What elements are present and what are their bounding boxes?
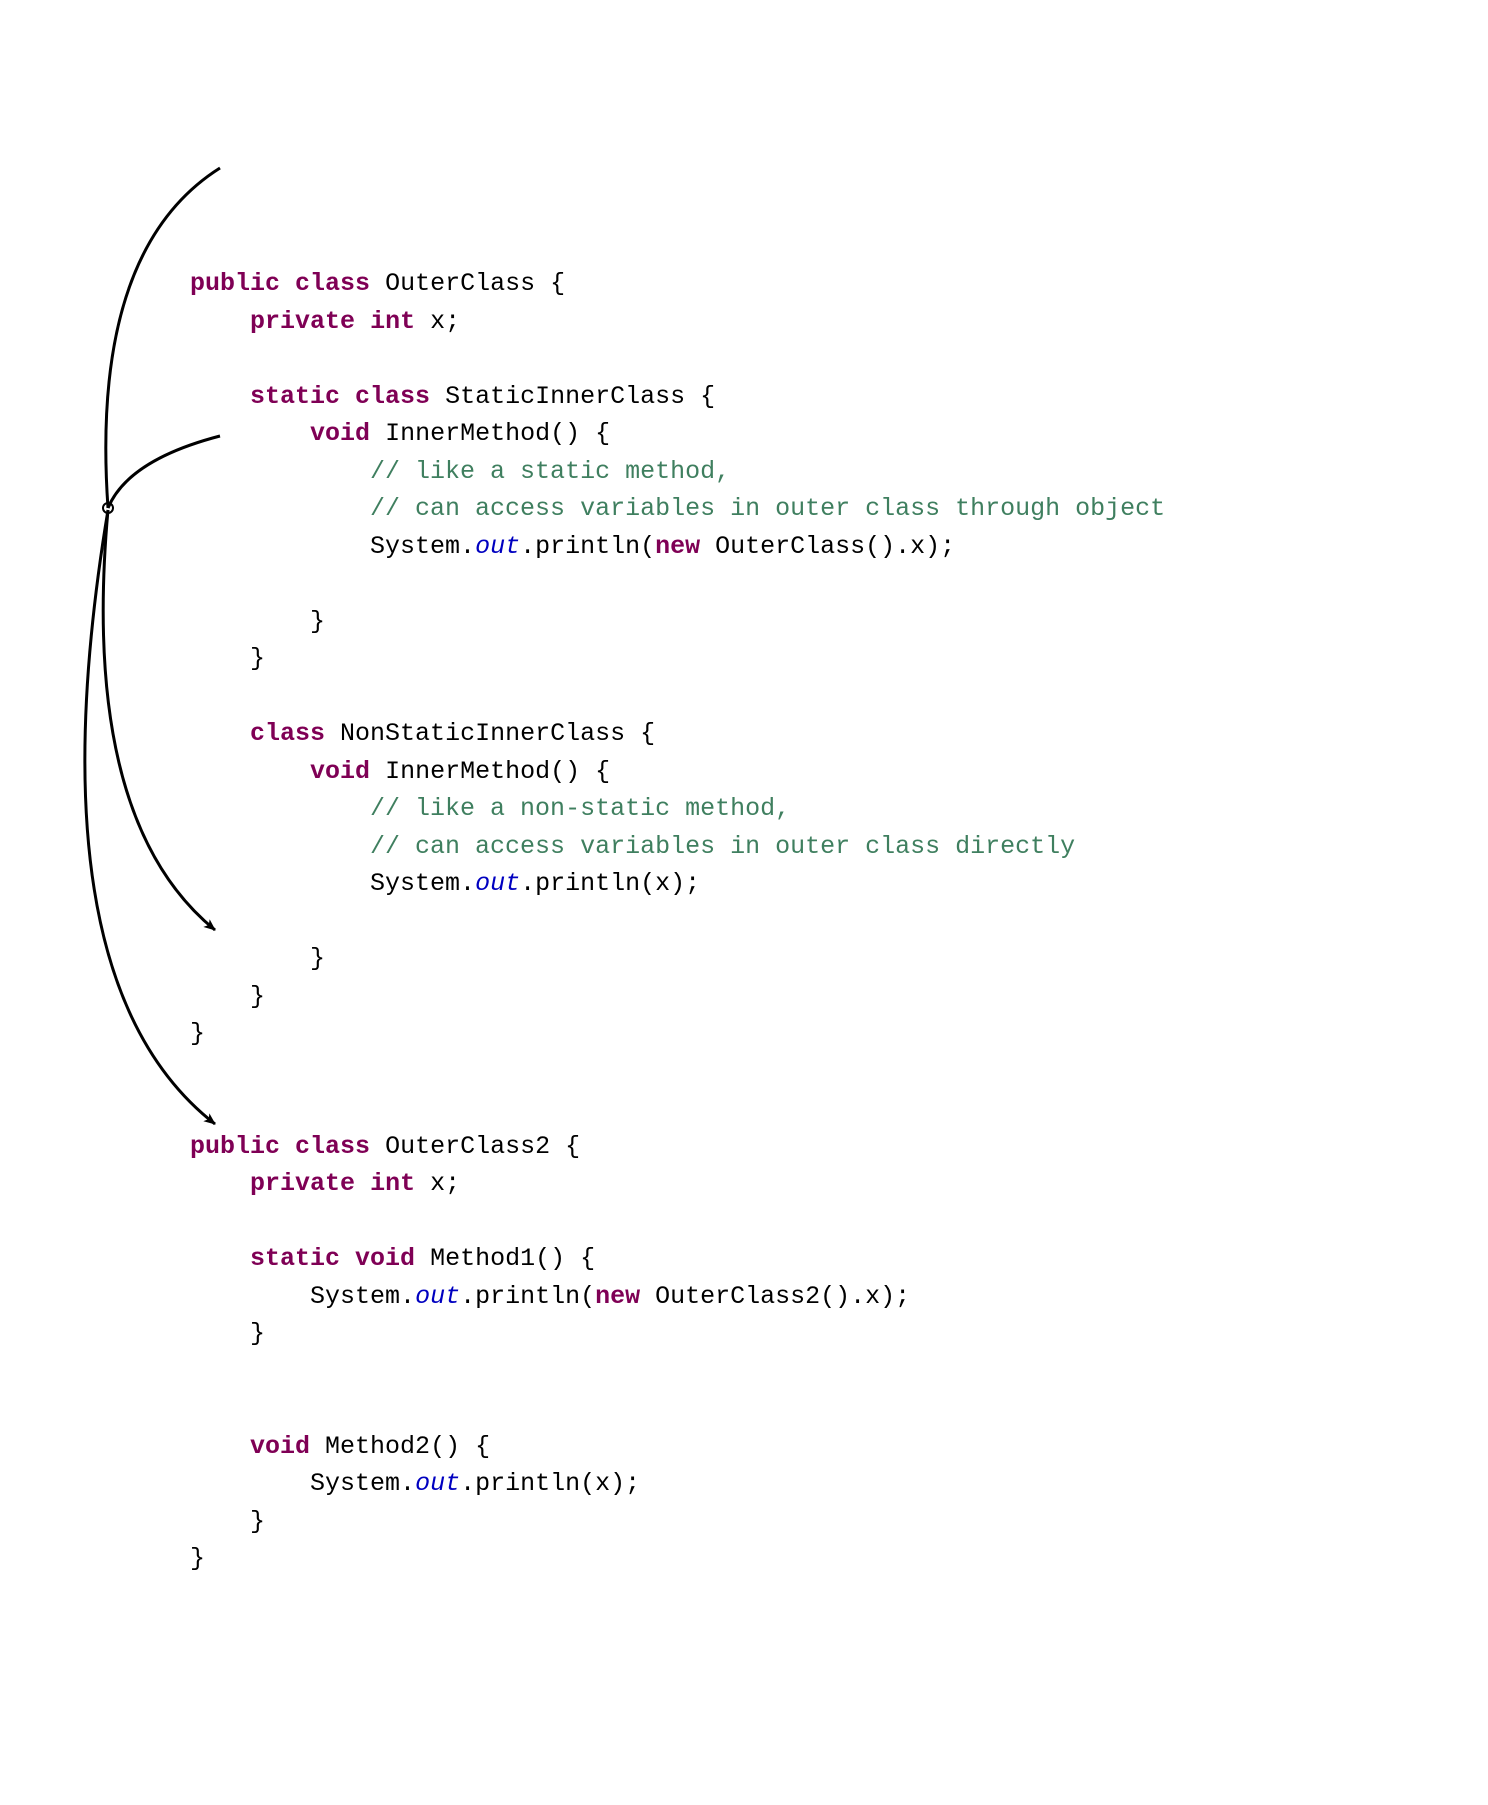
stmt-text: .println( bbox=[460, 1282, 595, 1311]
brace: } bbox=[250, 1507, 265, 1536]
stmt-text: System. bbox=[370, 869, 475, 898]
comment-line: // like a non-static method, bbox=[370, 794, 790, 823]
field-out: out bbox=[475, 869, 520, 898]
field-out: out bbox=[415, 1282, 460, 1311]
brace: } bbox=[310, 607, 325, 636]
keyword-private: private bbox=[250, 307, 355, 336]
stmt-text: System. bbox=[310, 1469, 415, 1498]
code-block-1: public class OuterClass { private int x;… bbox=[190, 265, 1488, 1578]
brace: { bbox=[595, 757, 610, 786]
field-name: x bbox=[430, 1169, 445, 1198]
field-out: out bbox=[415, 1469, 460, 1498]
brace: { bbox=[550, 269, 565, 298]
stmt-text: System. bbox=[310, 1282, 415, 1311]
brace: { bbox=[640, 719, 655, 748]
method-name: Method1() bbox=[430, 1244, 565, 1273]
keyword-void: void bbox=[250, 1432, 310, 1461]
brace: } bbox=[250, 982, 265, 1011]
field-name: x bbox=[430, 307, 445, 336]
keyword-class: class bbox=[295, 269, 370, 298]
brace: } bbox=[250, 644, 265, 673]
brace: } bbox=[310, 944, 325, 973]
class-name: OuterClass bbox=[385, 269, 535, 298]
semi: ; bbox=[445, 307, 460, 336]
keyword-public: public bbox=[190, 1132, 280, 1161]
keyword-public: public bbox=[190, 269, 280, 298]
stmt-text: OuterClass().x); bbox=[715, 532, 955, 561]
keyword-new: new bbox=[655, 532, 700, 561]
semi: ; bbox=[445, 1169, 460, 1198]
method-name: Method2() bbox=[325, 1432, 460, 1461]
brace: { bbox=[595, 419, 610, 448]
brace: } bbox=[190, 1019, 205, 1048]
brace: } bbox=[250, 1319, 265, 1348]
keyword-int: int bbox=[370, 1169, 415, 1198]
brace: } bbox=[190, 1544, 205, 1573]
stmt-text: .println(x); bbox=[520, 869, 700, 898]
stmt-text: OuterClass2().x); bbox=[655, 1282, 910, 1311]
keyword-static: static bbox=[250, 1244, 340, 1273]
brace: { bbox=[700, 382, 715, 411]
comment-line: // can access variables in outer class t… bbox=[370, 494, 1165, 523]
keyword-private: private bbox=[250, 1169, 355, 1198]
keyword-class: class bbox=[250, 719, 325, 748]
field-out: out bbox=[475, 532, 520, 561]
method-name: InnerMethod() bbox=[385, 757, 580, 786]
inner-class-name: NonStaticInnerClass bbox=[340, 719, 625, 748]
keyword-new: new bbox=[595, 1282, 640, 1311]
keyword-class: class bbox=[355, 382, 430, 411]
stmt-text: .println(x); bbox=[460, 1469, 640, 1498]
stmt-text: .println( bbox=[520, 532, 655, 561]
keyword-int: int bbox=[370, 307, 415, 336]
keyword-void: void bbox=[355, 1244, 415, 1273]
brace: { bbox=[475, 1432, 490, 1461]
keyword-void: void bbox=[310, 757, 370, 786]
comment-line: // can access variables in outer class d… bbox=[370, 832, 1075, 861]
stmt-text: System. bbox=[370, 532, 475, 561]
brace: { bbox=[565, 1132, 580, 1161]
keyword-void: void bbox=[310, 419, 370, 448]
class-name: OuterClass2 bbox=[385, 1132, 550, 1161]
inner-class-name: StaticInnerClass bbox=[445, 382, 685, 411]
brace: { bbox=[580, 1244, 595, 1273]
keyword-static: static bbox=[250, 382, 340, 411]
method-name: InnerMethod() bbox=[385, 419, 580, 448]
comment-line: // like a static method, bbox=[370, 457, 730, 486]
keyword-class: class bbox=[295, 1132, 370, 1161]
